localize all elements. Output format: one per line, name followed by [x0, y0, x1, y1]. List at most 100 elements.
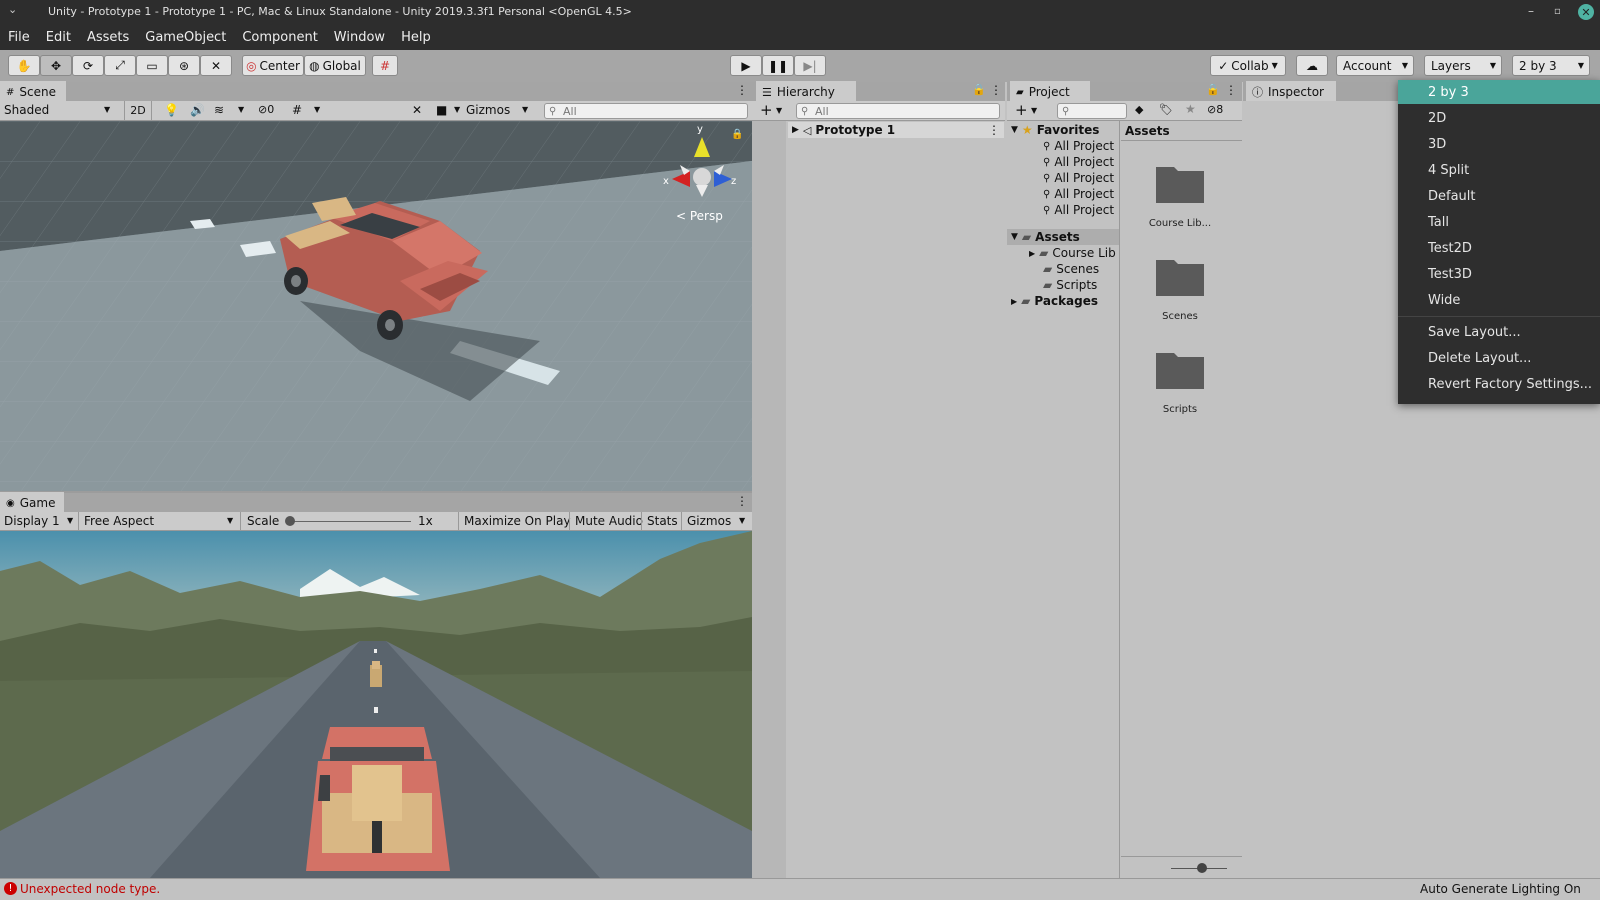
- transform-tool-icon[interactable]: ⊛: [168, 55, 200, 76]
- chevron-right-icon[interactable]: ▶: [1029, 249, 1035, 258]
- window-menu-icon[interactable]: ⌄: [8, 3, 17, 16]
- add-icon[interactable]: +: [1015, 101, 1028, 119]
- folder-icon[interactable]: [1156, 349, 1204, 389]
- scene-options-icon[interactable]: ⋮: [988, 123, 1000, 137]
- shading-mode-dropdown[interactable]: Shaded: [4, 103, 49, 117]
- grid-folder-label[interactable]: Course Lib...: [1130, 218, 1230, 229]
- aspect-dropdown[interactable]: Free Aspect: [84, 514, 154, 528]
- layout-option-4-split[interactable]: 4 Split: [1398, 158, 1600, 182]
- chevron-down-icon[interactable]: ▼: [1011, 232, 1018, 242]
- layout-option-default[interactable]: Default: [1398, 184, 1600, 208]
- lighting-status[interactable]: Auto Generate Lighting On: [1420, 882, 1581, 896]
- close-icon[interactable]: ✕: [1578, 4, 1594, 20]
- menu-gameobject[interactable]: GameObject: [145, 30, 226, 45]
- layout-option-test3d[interactable]: Test3D: [1398, 262, 1600, 286]
- grid-folder-label[interactable]: Scripts: [1130, 404, 1230, 415]
- filter-type-icon[interactable]: ◆: [1135, 103, 1143, 116]
- maximize-icon[interactable]: ▫: [1554, 6, 1561, 17]
- menu-window[interactable]: Window: [334, 30, 385, 45]
- panel-menu-icon[interactable]: ⋮: [990, 83, 1002, 97]
- panel-menu-icon[interactable]: ⋮: [736, 83, 748, 97]
- step-button[interactable]: ▶|: [794, 55, 826, 76]
- filter-label-icon[interactable]: 🏷: [1159, 103, 1173, 116]
- favorite-item[interactable]: ⚲ All Project: [1043, 186, 1114, 202]
- pivot-global-button[interactable]: ◍ Global: [304, 55, 366, 76]
- menu-edit[interactable]: Edit: [46, 30, 71, 45]
- collab-button[interactable]: ✓ Collab ▼: [1210, 55, 1286, 76]
- effects-icon[interactable]: ≋: [214, 103, 224, 117]
- tools-icon[interactable]: ✕: [412, 103, 422, 117]
- mute-audio-toggle[interactable]: Mute Audio: [569, 512, 647, 531]
- game-gizmos-toggle[interactable]: Gizmos: [681, 512, 735, 531]
- chevron-right-icon[interactable]: ▶: [1011, 297, 1017, 306]
- tab-scene[interactable]: # Scene: [0, 81, 66, 101]
- pause-button[interactable]: ❚❚: [762, 55, 794, 76]
- asset-folder-row[interactable]: ▶ ▰ Course Lib: [1029, 245, 1116, 261]
- save-layout-item[interactable]: Save Layout...: [1398, 320, 1600, 344]
- audio-icon[interactable]: 🔊: [190, 103, 205, 117]
- layout-option-tall[interactable]: Tall: [1398, 210, 1600, 234]
- chevron-right-icon[interactable]: ▶: [792, 125, 799, 135]
- panel-menu-icon[interactable]: ⋮: [736, 494, 748, 508]
- rect-tool-icon[interactable]: ▭: [136, 55, 168, 76]
- project-search-input[interactable]: ⚲: [1057, 103, 1127, 119]
- scale-tool-icon[interactable]: ⤢: [104, 55, 136, 76]
- layout-option-2-by-3[interactable]: 2 by 3: [1398, 80, 1600, 104]
- menu-component[interactable]: Component: [242, 30, 317, 45]
- asset-folder-row[interactable]: ▰ Scenes: [1043, 261, 1099, 277]
- hidden-packages-toggle[interactable]: ⊘8: [1207, 103, 1223, 116]
- perspective-toggle[interactable]: < Persp: [676, 209, 723, 223]
- minimize-icon[interactable]: –: [1528, 4, 1534, 18]
- revert-factory-settings-item[interactable]: Revert Factory Settings...: [1398, 372, 1600, 396]
- cloud-icon[interactable]: ☁: [1296, 55, 1328, 76]
- favorite-item[interactable]: ⚲ All Project: [1043, 202, 1114, 218]
- snap-grid-icon[interactable]: #: [372, 55, 398, 76]
- display-dropdown[interactable]: Display 1: [4, 514, 60, 528]
- hidden-objects-toggle[interactable]: ⊘0: [258, 103, 274, 116]
- scale-slider-thumb[interactable]: [285, 516, 295, 526]
- folder-icon[interactable]: [1156, 256, 1204, 296]
- layout-option-test2d[interactable]: Test2D: [1398, 236, 1600, 260]
- scene-viewport[interactable]: y x z 🔒 < Persp: [0, 121, 752, 491]
- hierarchy-scene-row[interactable]: ▶ ◁ Prototype 1 ⋮: [788, 122, 1004, 138]
- delete-layout-item[interactable]: Delete Layout...: [1398, 346, 1600, 370]
- grid-toggle-icon[interactable]: #: [292, 103, 302, 117]
- scale-slider-track[interactable]: [290, 521, 411, 522]
- custom-tool-icon[interactable]: ✕: [200, 55, 232, 76]
- lighting-icon[interactable]: 💡: [164, 103, 179, 117]
- stats-toggle[interactable]: Stats: [641, 512, 682, 531]
- folder-icon[interactable]: [1156, 163, 1204, 203]
- favorite-item[interactable]: ⚲ All Project: [1043, 170, 1114, 186]
- hand-tool-icon[interactable]: ✋: [8, 55, 40, 76]
- menu-file[interactable]: File: [8, 30, 30, 45]
- lock-icon[interactable]: 🔒: [731, 129, 743, 140]
- zoom-slider-thumb[interactable]: [1197, 863, 1207, 873]
- favorites-row[interactable]: ▼ ★ Favorites: [1011, 122, 1099, 138]
- tab-game[interactable]: ◉ Game: [0, 492, 64, 512]
- favorite-star-icon[interactable]: ★: [1185, 102, 1196, 116]
- layout-option-2d[interactable]: 2D: [1398, 106, 1600, 130]
- panel-menu-icon[interactable]: ⋮: [1225, 83, 1237, 97]
- lock-icon[interactable]: 🔒: [1206, 83, 1220, 96]
- account-dropdown[interactable]: Account ▼: [1336, 55, 1414, 76]
- assets-row[interactable]: ▼ ▰ Assets: [1007, 229, 1119, 245]
- layout-option-wide[interactable]: Wide: [1398, 288, 1600, 312]
- layout-option-3d[interactable]: 3D: [1398, 132, 1600, 156]
- maximize-on-play-toggle[interactable]: Maximize On Play: [458, 512, 575, 531]
- tab-hierarchy[interactable]: ☰ Hierarchy: [756, 81, 856, 101]
- lock-icon[interactable]: 🔒: [972, 83, 986, 96]
- game-viewport[interactable]: [0, 531, 752, 878]
- tab-inspector[interactable]: ⓘ Inspector: [1246, 81, 1336, 101]
- 2d-toggle[interactable]: 2D: [124, 101, 152, 120]
- grid-folder-label[interactable]: Scenes: [1130, 311, 1230, 322]
- pivot-center-button[interactable]: ◎ Center: [242, 55, 304, 76]
- chevron-down-icon[interactable]: ▼: [1011, 125, 1018, 135]
- menu-assets[interactable]: Assets: [87, 30, 129, 45]
- gizmos-dropdown[interactable]: Gizmos: [466, 103, 510, 117]
- menu-help[interactable]: Help: [401, 30, 431, 45]
- layers-dropdown[interactable]: Layers ▼: [1424, 55, 1502, 76]
- rotate-tool-icon[interactable]: ⟳: [72, 55, 104, 76]
- packages-row[interactable]: ▶ ▰ Packages: [1011, 293, 1098, 309]
- hierarchy-search-input[interactable]: ⚲ All: [796, 103, 1000, 119]
- move-tool-icon[interactable]: ✥: [40, 55, 72, 76]
